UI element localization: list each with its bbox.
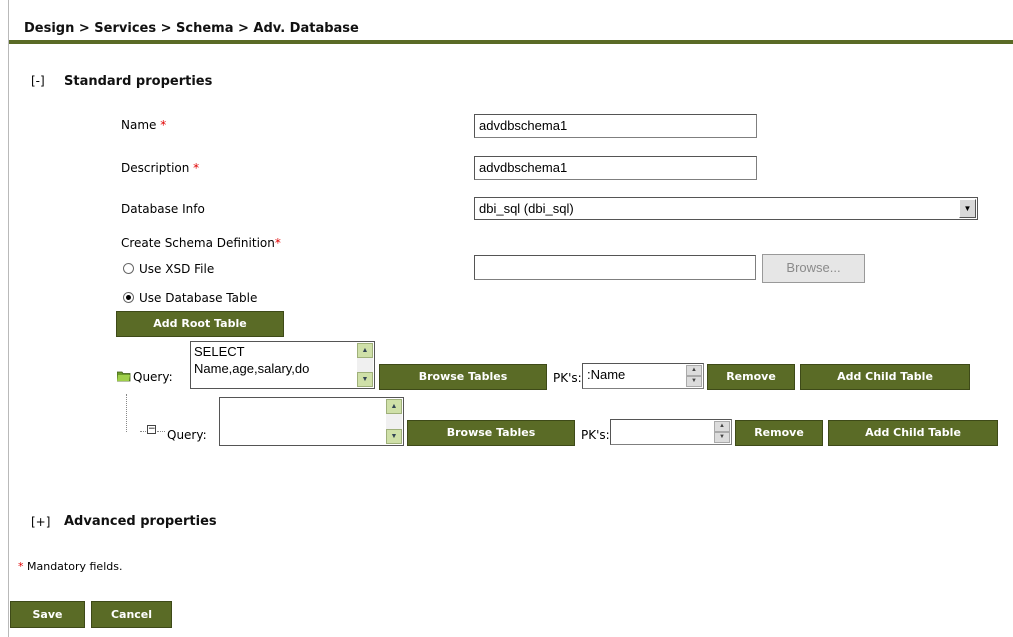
query-label-1: Query: xyxy=(133,370,173,384)
collapse-icon[interactable]: − xyxy=(147,425,156,434)
spin-up-icon[interactable]: ▲ xyxy=(686,365,702,376)
description-field[interactable]: advdbschema1 xyxy=(474,156,757,180)
pk-field-1[interactable]: :Name ▲ ▼ xyxy=(582,363,704,389)
spin-down-icon[interactable]: ▼ xyxy=(686,376,702,387)
use-xsd-label: Use XSD File xyxy=(139,262,215,276)
breadcrumb-divider xyxy=(9,40,1013,44)
add-child-table-button-2[interactable]: Add Child Table xyxy=(828,420,998,446)
query-scrollbar-2[interactable]: ▲ ▼ xyxy=(386,399,402,444)
database-info-value: dbi_sql (dbi_sql) xyxy=(479,201,574,216)
remove-button-1[interactable]: Remove xyxy=(707,364,795,390)
folder-icon xyxy=(116,371,131,382)
query-label-2: Query: xyxy=(167,428,207,442)
scroll-up-icon[interactable]: ▲ xyxy=(357,343,373,358)
name-label: Name * xyxy=(121,118,167,132)
pk-spinner-1[interactable]: ▲ ▼ xyxy=(686,365,702,387)
scroll-down-icon[interactable]: ▼ xyxy=(357,372,373,387)
browse-button[interactable]: Browse... xyxy=(762,254,865,283)
pk-spinner-2[interactable]: ▲ ▼ xyxy=(714,421,730,443)
spin-down-icon[interactable]: ▼ xyxy=(714,432,730,443)
add-root-table-button[interactable]: Add Root Table xyxy=(116,311,284,337)
standard-properties-toggle[interactable]: [-] xyxy=(31,74,45,88)
description-label: Description * xyxy=(121,161,200,175)
cancel-button[interactable]: Cancel xyxy=(91,601,172,628)
standard-properties-title: Standard properties xyxy=(64,74,213,89)
query-textarea-1[interactable]: SELECT Name,age,salary,do ▲ ▼ xyxy=(190,341,375,389)
use-database-table-radio[interactable] xyxy=(123,292,134,303)
query-textarea-2[interactable]: ▲ ▼ xyxy=(219,397,404,446)
advanced-properties-title: Advanced properties xyxy=(64,514,217,529)
use-database-table-label: Use Database Table xyxy=(139,291,258,305)
database-info-select[interactable]: dbi_sql (dbi_sql) ▼ xyxy=(474,197,978,220)
create-schema-label: Create Schema Definition* xyxy=(121,236,281,250)
add-child-table-button-1[interactable]: Add Child Table xyxy=(800,364,970,390)
xsd-file-input[interactable] xyxy=(474,255,756,280)
pk-label-1: PK's: xyxy=(553,371,582,385)
database-info-label: Database Info xyxy=(121,202,205,216)
pk-label-2: PK's: xyxy=(581,428,610,442)
tree-connector-leaf xyxy=(157,431,165,432)
browse-tables-button-1[interactable]: Browse Tables xyxy=(379,364,547,390)
tree-connector-vertical xyxy=(126,394,128,432)
breadcrumb: Design > Services > Schema > Adv. Databa… xyxy=(24,21,359,36)
scroll-up-icon[interactable]: ▲ xyxy=(386,399,402,414)
pk-field-2[interactable]: ▲ ▼ xyxy=(610,419,732,445)
scroll-down-icon[interactable]: ▼ xyxy=(386,429,402,444)
query-scrollbar-1[interactable]: ▲ ▼ xyxy=(357,343,373,387)
chevron-down-icon[interactable]: ▼ xyxy=(959,199,976,218)
save-button[interactable]: Save xyxy=(10,601,85,628)
pk-value-1: :Name xyxy=(587,367,626,382)
page-left-border xyxy=(8,0,9,637)
browse-tables-button-2[interactable]: Browse Tables xyxy=(407,420,575,446)
advanced-properties-toggle[interactable]: [+] xyxy=(31,515,50,529)
use-xsd-radio[interactable] xyxy=(123,263,134,274)
remove-button-2[interactable]: Remove xyxy=(735,420,823,446)
query-text-1: SELECT Name,age,salary,do xyxy=(194,344,310,376)
name-field[interactable]: advdbschema1 xyxy=(474,114,757,138)
mandatory-note: * Mandatory fields. xyxy=(18,560,123,573)
spin-up-icon[interactable]: ▲ xyxy=(714,421,730,432)
